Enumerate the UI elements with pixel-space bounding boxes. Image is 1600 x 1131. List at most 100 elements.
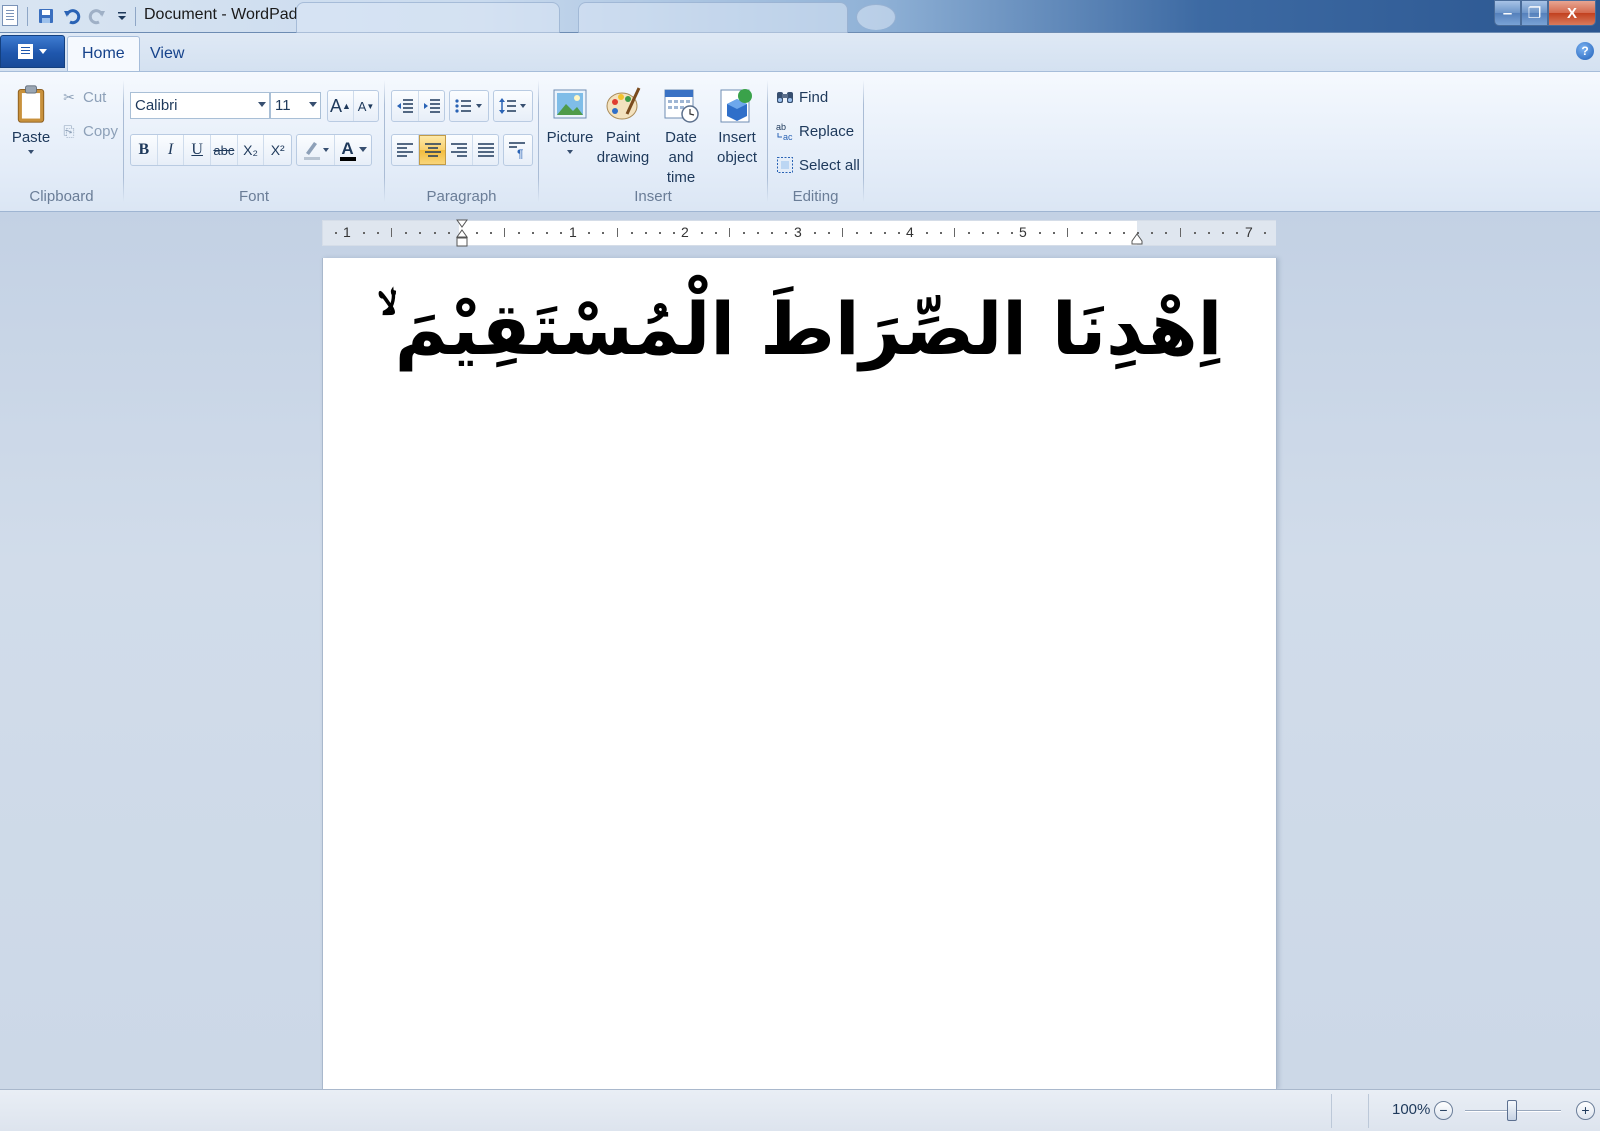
- status-separator: [1331, 1094, 1332, 1128]
- insert-object-button[interactable]: Insert object: [711, 84, 763, 168]
- scissors-icon: ✂: [63, 88, 75, 105]
- date-time-button[interactable]: Date and time: [652, 84, 710, 188]
- paragraph-settings-button[interactable]: ¶: [503, 134, 533, 166]
- grow-font-button[interactable]: A ▲: [328, 91, 354, 121]
- qat-separator: [135, 7, 136, 26]
- decrease-indent-button[interactable]: [392, 91, 419, 121]
- cut-button[interactable]: ✂ Cut: [60, 86, 106, 108]
- date-label-line2: time: [666, 169, 696, 186]
- undo-icon[interactable]: [62, 6, 82, 26]
- tab-home[interactable]: Home: [67, 36, 140, 71]
- select-all-icon: [776, 156, 794, 174]
- svg-text:ac: ac: [783, 132, 793, 141]
- chevron-down-icon: [309, 102, 317, 107]
- ribbon-home-panel: Paste ✂ Cut ⎘ Copy Clipboard Calibri 11 …: [0, 71, 1600, 212]
- redo-icon[interactable]: [87, 6, 107, 26]
- paint-drawing-button[interactable]: Paint drawing: [595, 84, 651, 168]
- align-left-button[interactable]: [392, 135, 419, 165]
- ruler-tick: [1180, 228, 1181, 237]
- find-button[interactable]: Find: [776, 86, 828, 108]
- tab-view[interactable]: View: [136, 36, 198, 71]
- ruler-tick: [659, 232, 661, 234]
- font-color-button[interactable]: A: [335, 135, 371, 165]
- application-menu-button[interactable]: [0, 35, 65, 68]
- select-all-label: Select all: [799, 156, 860, 174]
- document-menu-icon: [18, 44, 33, 59]
- font-family-select[interactable]: Calibri: [130, 92, 270, 119]
- paragraph-settings-cell: ¶: [504, 135, 532, 165]
- document-text[interactable]: اِهْدِنَا الصِّرَاطَ الْمُسْتَقِيْمَ ۙ: [323, 274, 1276, 384]
- minimize-button[interactable]: ‒: [1494, 0, 1521, 26]
- ruler-tick: [1222, 232, 1224, 234]
- superscript-button[interactable]: X²: [264, 135, 291, 165]
- font-size-select[interactable]: 11: [270, 92, 321, 119]
- align-right-button[interactable]: [446, 135, 473, 165]
- help-icon[interactable]: ?: [1576, 42, 1594, 60]
- copy-button[interactable]: ⎘ Copy: [60, 120, 118, 142]
- bullets-button[interactable]: [449, 90, 489, 122]
- replace-button[interactable]: ab ac Replace: [776, 120, 854, 142]
- zoom-slider-thumb[interactable]: [1507, 1100, 1517, 1121]
- paint-palette-icon: [606, 87, 641, 120]
- customize-qat-icon[interactable]: [112, 6, 132, 26]
- ruler-tick: [588, 232, 590, 234]
- ruler-tick: [391, 228, 392, 237]
- wordpad-app-icon[interactable]: [2, 5, 18, 26]
- ruler-tick: [771, 232, 773, 234]
- ruler-tick: [560, 232, 562, 234]
- highlight-color-button[interactable]: [297, 135, 335, 165]
- ruler-tick: [743, 232, 745, 234]
- background-taskbar-tab: [578, 2, 848, 33]
- first-line-indent-marker[interactable]: [456, 218, 468, 250]
- object-label-line1: Insert: [718, 129, 756, 146]
- ruler-tick: [335, 232, 337, 234]
- chevron-down-icon: [358, 147, 367, 152]
- ruler-tick: [884, 232, 886, 234]
- editing-group: Find ab ac Replace Select all Editing: [768, 78, 863, 209]
- italic-button[interactable]: I: [158, 135, 185, 165]
- right-indent-marker[interactable]: [1131, 233, 1143, 245]
- insert-object-icon: [720, 89, 752, 123]
- close-button[interactable]: X: [1548, 0, 1596, 26]
- object-label-line2: object: [716, 149, 758, 166]
- shrink-font-button[interactable]: A ▼: [354, 91, 378, 121]
- qat-separator: [27, 7, 28, 26]
- underline-button[interactable]: U: [184, 135, 212, 165]
- ruler-tick: [757, 232, 759, 234]
- bullet-list-icon: [455, 99, 482, 113]
- strikethrough-button[interactable]: abc: [211, 135, 238, 165]
- bold-button[interactable]: B: [131, 135, 158, 165]
- zoom-level: 100%: [1392, 1101, 1431, 1118]
- window-controls: ‒ ❐ X: [1494, 0, 1596, 26]
- ruler-tick: [701, 232, 703, 234]
- picture-button[interactable]: Picture: [546, 84, 594, 154]
- paste-button[interactable]: Paste: [10, 84, 52, 154]
- document-page[interactable]: اِهْدِنَا الصِّرَاطَ الْمُسْتَقِيْمَ ۙ: [322, 258, 1277, 1089]
- ruler-tick: [842, 228, 843, 237]
- restore-button[interactable]: ❐: [1521, 0, 1548, 26]
- ruler-tick: [1123, 232, 1125, 234]
- save-icon[interactable]: [36, 6, 56, 26]
- ruler-tick: [1264, 232, 1266, 234]
- align-center-button[interactable]: [419, 135, 446, 165]
- select-all-button[interactable]: Select all: [776, 154, 860, 176]
- increase-indent-button[interactable]: [419, 91, 444, 121]
- status-separator: [1368, 1094, 1369, 1128]
- ruler-tick: [673, 232, 675, 234]
- ruler-tick: [729, 228, 730, 237]
- subscript-button[interactable]: X₂: [238, 135, 265, 165]
- indent-group: [391, 90, 445, 122]
- decrease-indent-icon: [397, 99, 413, 113]
- ruler-tick: [1039, 232, 1041, 234]
- ruler-tick: [419, 232, 421, 234]
- paint-label-line2: drawing: [596, 149, 650, 166]
- justify-button[interactable]: [473, 135, 498, 165]
- cut-label: Cut: [83, 88, 107, 106]
- zoom-in-button[interactable]: +: [1576, 1101, 1595, 1120]
- ruler-right-margin: [1137, 221, 1276, 245]
- find-label: Find: [799, 88, 829, 106]
- ruler-tick: [504, 228, 505, 237]
- line-spacing-button[interactable]: [493, 90, 533, 122]
- zoom-out-button[interactable]: −: [1434, 1101, 1453, 1120]
- ruler-number: 7: [1245, 224, 1253, 240]
